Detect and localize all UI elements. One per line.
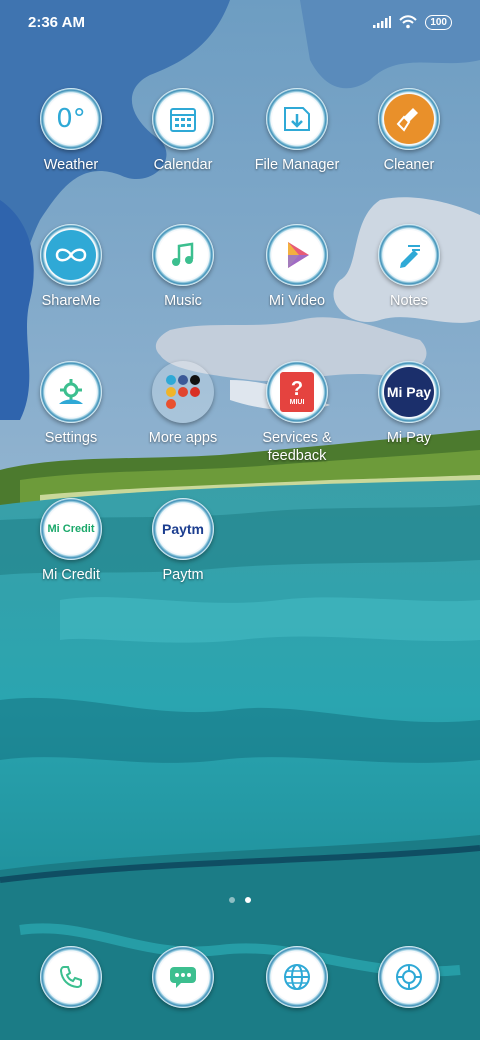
paytm-icon: Paytm (158, 504, 208, 554)
wifi-icon (399, 15, 418, 29)
app-label: Settings (44, 430, 98, 446)
app-label: Paytm (162, 567, 204, 583)
app-label: ShareMe (41, 293, 101, 309)
weather-icon: 0° (46, 94, 96, 144)
app-file-manager[interactable]: File Manager (242, 88, 352, 174)
question-icon: ? MIUI (272, 367, 322, 417)
app-weather[interactable]: 0° Weather (16, 88, 126, 174)
status-icons: 100 (373, 14, 452, 30)
cellular-signal-icon (373, 16, 392, 28)
app-label: File Manager (254, 157, 340, 173)
message-icon (158, 952, 208, 1002)
app-notes[interactable]: Notes (354, 224, 464, 310)
app-settings[interactable]: Settings (16, 361, 126, 447)
app-label: Mi Pay (386, 430, 432, 446)
app-cleaner[interactable]: Cleaner (354, 88, 464, 174)
app-label: Music (164, 293, 202, 309)
broom-icon (384, 94, 434, 144)
page-dot[interactable] (229, 897, 235, 903)
page-indicator (0, 897, 480, 903)
app-label: Mi Video (268, 293, 326, 309)
gear-icon (46, 367, 96, 417)
app-folder-more-apps[interactable]: More apps (128, 361, 238, 447)
folder-icon (158, 367, 208, 417)
camera-icon (384, 952, 434, 1002)
app-label: Calendar (153, 157, 213, 173)
dock-phone[interactable] (16, 946, 126, 1008)
app-mi-pay[interactable]: Mi Pay Mi Pay (354, 361, 464, 447)
app-mi-credit[interactable]: Mi Credit Mi Credit (16, 498, 126, 584)
app-paytm[interactable]: Paytm Paytm (128, 498, 238, 584)
app-label: Services & feedback (262, 430, 332, 464)
dock-messages[interactable] (128, 946, 238, 1008)
dock-browser[interactable] (242, 946, 352, 1008)
mi-credit-icon: Mi Credit (46, 504, 96, 554)
mi-pay-icon: Mi Pay (384, 367, 434, 417)
app-mi-video[interactable]: Mi Video (242, 224, 352, 310)
app-services-feedback[interactable]: ? MIUI Services & feedback (242, 361, 352, 465)
app-label: Cleaner (383, 157, 435, 173)
music-note-icon (158, 230, 208, 280)
app-label: Notes (390, 293, 428, 309)
app-label: More apps (148, 430, 218, 446)
infinity-icon (46, 230, 96, 280)
play-icon (272, 230, 322, 280)
status-bar: 2:36 AM 100 (0, 0, 480, 44)
globe-icon (272, 952, 322, 1002)
app-label: Weather (43, 157, 99, 173)
app-shareme[interactable]: ShareMe (16, 224, 126, 310)
file-manager-icon (272, 94, 322, 144)
dock-camera[interactable] (354, 946, 464, 1008)
phone-icon (46, 952, 96, 1002)
battery-indicator: 100 (425, 14, 452, 30)
app-calendar[interactable]: Calendar (128, 88, 238, 174)
app-music[interactable]: Music (128, 224, 238, 310)
calendar-icon (158, 94, 208, 144)
page-dot-active[interactable] (245, 897, 251, 903)
app-label: Mi Credit (41, 567, 100, 583)
pencil-icon (384, 230, 434, 280)
status-time: 2:36 AM (28, 13, 85, 31)
